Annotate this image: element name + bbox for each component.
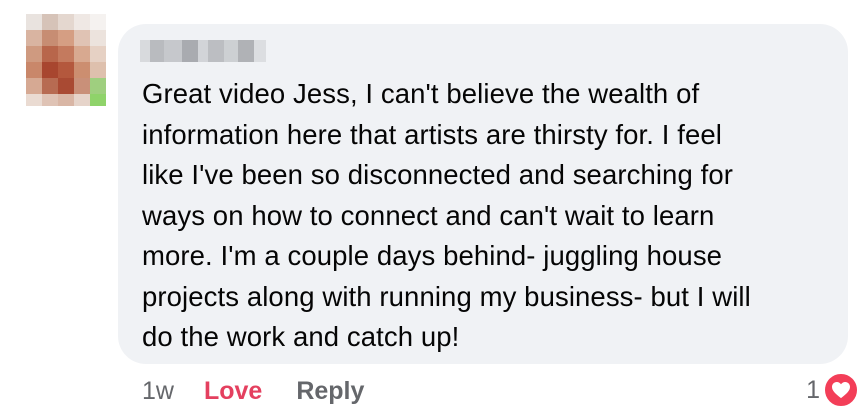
reply-button[interactable]: Reply: [296, 377, 364, 406]
comment-bubble: Great video Jess, I can't believe the we…: [118, 24, 848, 364]
comment-line: information here that artists are thirst…: [142, 118, 722, 150]
comment-line: more. I'm a couple days behind- juggling…: [142, 240, 723, 271]
reaction-summary[interactable]: 1: [806, 371, 860, 409]
avatar[interactable]: [26, 14, 106, 106]
author-name[interactable]: [140, 40, 266, 62]
comment-line: do the work and catch up!: [142, 321, 460, 352]
comment-line: Great video Jess, I can't believe the we…: [142, 78, 700, 109]
comment-line: projects along with running my business-…: [142, 280, 751, 312]
comment-container: Great video Jess, I can't believe the we…: [0, 0, 866, 413]
reaction-count: 1: [806, 375, 820, 404]
heart-icon: [822, 371, 860, 409]
comment-text: Great video Jess, I can't believe the we…: [142, 74, 832, 358]
comment-line: ways on how to connect and can't wait to…: [142, 199, 715, 231]
timestamp[interactable]: 1w: [142, 377, 174, 406]
comment-line: like I've been so disconnected and searc…: [142, 159, 733, 190]
comment-actions: 1w Love Reply: [142, 374, 364, 408]
love-button[interactable]: Love: [204, 377, 262, 406]
